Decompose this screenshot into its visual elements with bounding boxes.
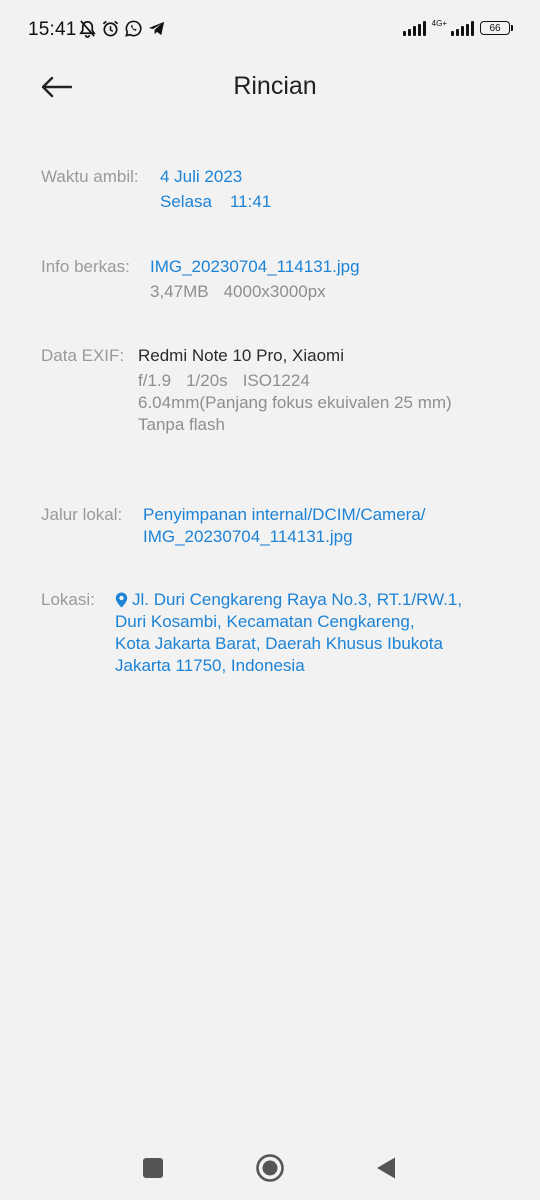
capture-time-value: 4 Juli 2023 Selasa 11:41 <box>160 166 520 213</box>
home-button[interactable] <box>250 1148 290 1188</box>
detail-row-capture-time: Waktu ambil: 4 Juli 2023 Selasa 11:41 <box>41 166 520 213</box>
local-path-label: Jalur lokal: <box>41 505 123 524</box>
detail-row-exif: Data EXIF: Redmi Note 10 Pro, Xiaomi f/1… <box>41 345 520 436</box>
location-line-3: Kota Jakarta Barat, Daerah Khusus Ibukot… <box>115 634 443 653</box>
exif-shutter: 1/20s <box>186 371 228 390</box>
local-path-line-2: IMG_20230704_114131.jpg <box>143 527 353 546</box>
battery-level: 66 <box>489 22 501 34</box>
status-time: 15:41 <box>28 19 77 40</box>
recents-button[interactable] <box>133 1148 173 1188</box>
navigation-bar <box>0 1134 540 1200</box>
header: Rincian <box>0 60 540 120</box>
detail-row-local-path: Jalur lokal: Penyimpanan internal/DCIM/C… <box>41 504 520 548</box>
location-address: Jl. Duri Cengkareng Raya No.3, RT.1/RW.1… <box>115 589 463 677</box>
status-bar: 15:41 4G+ 66 <box>0 0 540 60</box>
local-path-value[interactable]: Penyimpanan internal/DCIM/Camera/ IMG_20… <box>143 504 520 548</box>
exif-aperture: f/1.9 <box>138 371 172 390</box>
notification-icons <box>78 19 166 38</box>
signal-icon <box>402 20 426 36</box>
file-info-label: Info berkas: <box>41 257 130 276</box>
alarm-icon <box>101 19 120 38</box>
back-icon <box>377 1157 395 1179</box>
detail-row-location: Lokasi: Jl. Duri Cengkareng Raya No.3, R… <box>41 589 520 677</box>
location-line-4: Jakarta 11750, Indonesia <box>115 656 305 675</box>
location-label: Lokasi: <box>41 590 95 609</box>
signal-icon-2 <box>451 20 474 36</box>
nav-back-button[interactable] <box>366 1148 406 1188</box>
battery-icon: 66 <box>480 21 513 35</box>
home-icon <box>256 1154 284 1182</box>
mute-notification-icon <box>78 19 97 38</box>
detail-row-file-info: Info berkas: IMG_20230704_114131.jpg 3,4… <box>41 256 520 303</box>
capture-day: Selasa <box>160 192 212 211</box>
recents-icon <box>143 1158 163 1178</box>
network-type: 4G+ <box>431 19 447 28</box>
exif-iso: ISO1224 <box>242 371 310 390</box>
location-value[interactable]: Jl. Duri Cengkareng Raya No.3, RT.1/RW.1… <box>115 589 520 677</box>
location-line-1: Jl. Duri Cengkareng Raya No.3, RT.1/RW.1… <box>132 590 463 609</box>
capture-date: 4 Juli 2023 <box>160 167 243 186</box>
page-title: Rincian <box>233 72 317 100</box>
file-info-value: IMG_20230704_114131.jpg 3,47MB 4000x3000p… <box>150 256 520 303</box>
telegram-icon <box>147 19 166 38</box>
file-resolution: 4000x3000px <box>223 282 326 301</box>
whatsapp-icon <box>124 19 143 38</box>
exif-focal-length: 6.04mm(Panjang fokus ekuivalen 25 mm) <box>138 393 452 412</box>
system-icons: 4G+ 66 <box>402 19 513 36</box>
exif-device: Redmi Note 10 Pro, Xiaomi <box>138 346 344 365</box>
location-line-2: Duri Kosambi, Kecamatan Cengkareng, <box>115 612 415 631</box>
exif-label: Data EXIF: <box>41 346 125 365</box>
local-path-line-1: Penyimpanan internal/DCIM/Camera/ <box>143 505 426 524</box>
file-size: 3,47MB <box>150 282 209 301</box>
capture-time: 11:41 <box>229 192 272 211</box>
file-name[interactable]: IMG_20230704_114131.jpg <box>150 256 520 278</box>
capture-time-label: Waktu ambil: <box>41 167 139 186</box>
exif-value: Redmi Note 10 Pro, Xiaomi f/1.9 1/20s ISO1… <box>138 345 520 436</box>
exif-flash: Tanpa flash <box>138 415 225 434</box>
